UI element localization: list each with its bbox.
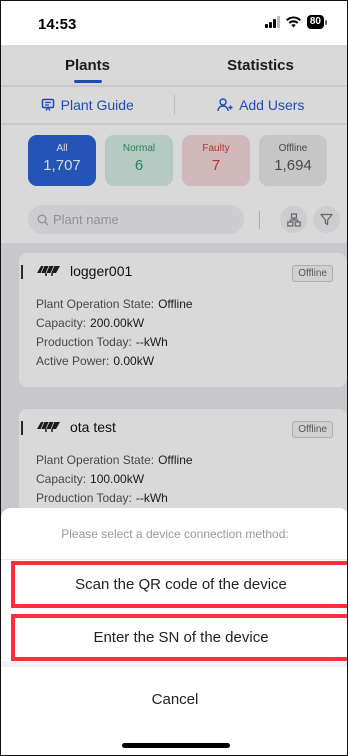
info-label: Active Power: <box>36 354 110 368</box>
status-filter-tiles: All 1,707 Normal 6 Faulty 7 Offline 1,69… <box>1 125 347 199</box>
info-label: Capacity: <box>36 472 87 486</box>
plant-info-row: Plant Operation State: Offline <box>36 451 193 470</box>
card-accent-bar <box>21 265 23 279</box>
scan-qr-code-option[interactable]: Scan the QR code of the device <box>11 561 347 608</box>
plant-info-row: Production Today: --kWh <box>36 333 193 352</box>
enter-sn-option[interactable]: Enter the SN of the device <box>11 614 347 661</box>
plant-info-row: Plant Operation State: Offline <box>36 295 193 314</box>
filter-button[interactable] <box>313 206 340 233</box>
info-label: Capacity: <box>36 316 87 330</box>
filter-faulty-count: 7 <box>211 157 221 174</box>
info-label: Production Today: <box>36 335 132 349</box>
plant-card[interactable]: ota test Offline Plant Operation State: O… <box>19 409 347 519</box>
filter-faulty-label: Faulty <box>202 143 230 154</box>
info-label: Plant Operation State: <box>36 297 155 311</box>
filter-all-label: All <box>56 143 68 154</box>
info-value: 100.00kW <box>90 472 145 486</box>
plant-name: ota test <box>70 419 116 435</box>
filter-all[interactable]: All 1,707 <box>28 135 96 186</box>
top-tabs: Plants Statistics <box>1 45 347 85</box>
solar-panel-icon <box>37 421 60 432</box>
info-label: Production Today: <box>36 491 132 505</box>
connection-method-sheet: Please select a device connection method… <box>1 508 347 755</box>
divider <box>259 211 260 229</box>
action-row: Plant Guide Add Users <box>1 87 347 123</box>
hierarchy-button[interactable] <box>280 206 307 233</box>
plant-info-row: Production Today: --kWh <box>36 489 193 508</box>
solar-panel-icon <box>37 265 60 276</box>
filter-offline[interactable]: Offline 1,694 <box>259 135 327 186</box>
info-value: --kWh <box>135 335 168 349</box>
status-time: 14:53 <box>38 16 77 33</box>
plant-card[interactable]: logger001 Offline Plant Operation State:… <box>19 253 347 387</box>
add-users-button[interactable]: Add Users <box>175 97 348 113</box>
info-value: Offline <box>158 453 193 467</box>
add-users-label: Add Users <box>239 97 305 113</box>
app-screen: 14:53 80 Plants Statistics Plant Guide A… <box>0 0 348 756</box>
divider <box>1 559 347 560</box>
wifi-icon <box>285 16 301 28</box>
filter-icon <box>320 213 333 226</box>
status-badge: Offline <box>292 265 333 282</box>
info-label: Plant Operation State: <box>36 453 155 467</box>
search-icon <box>37 214 49 225</box>
divider <box>1 661 347 667</box>
filter-normal-count: 6 <box>134 157 144 174</box>
add-user-icon <box>217 98 233 112</box>
plant-guide-label: Plant Guide <box>60 97 134 113</box>
info-value: --kWh <box>135 491 168 505</box>
tab-statistics[interactable]: Statistics <box>174 45 347 85</box>
filter-offline-count: 1,694 <box>274 157 312 174</box>
cancel-button[interactable]: Cancel <box>1 677 347 721</box>
plant-name: logger001 <box>70 263 133 279</box>
filter-faulty[interactable]: Faulty 7 <box>182 135 250 186</box>
filter-all-count: 1,707 <box>43 157 81 174</box>
sheet-title: Please select a device connection method… <box>61 527 289 541</box>
plant-info-row: Capacity: 100.00kW <box>36 470 193 489</box>
home-indicator <box>122 743 230 748</box>
status-badge: Offline <box>292 421 333 438</box>
search-placeholder: Plant name <box>53 212 119 227</box>
search-bar: Plant name <box>1 199 347 243</box>
battery-level: 80 <box>306 15 324 29</box>
info-value: Offline <box>158 297 193 311</box>
status-bar: 14:53 80 <box>1 1 347 45</box>
plant-guide-button[interactable]: Plant Guide <box>1 97 174 113</box>
battery-icon: 80 <box>306 15 327 29</box>
search-input[interactable]: Plant name <box>28 205 244 234</box>
plant-info-row: Capacity: 200.00kW <box>36 314 193 333</box>
plant-info-row: Active Power: 0.00kW <box>36 352 193 371</box>
card-accent-bar <box>21 421 23 435</box>
hierarchy-icon <box>286 212 301 227</box>
guide-icon <box>41 98 54 111</box>
cellular-signal-icon <box>264 16 280 28</box>
filter-normal[interactable]: Normal 6 <box>105 135 173 186</box>
tab-plants[interactable]: Plants <box>1 45 174 85</box>
filter-normal-label: Normal <box>122 143 156 154</box>
info-value: 200.00kW <box>90 316 145 330</box>
info-value: 0.00kW <box>113 354 155 368</box>
filter-offline-label: Offline <box>278 143 308 154</box>
